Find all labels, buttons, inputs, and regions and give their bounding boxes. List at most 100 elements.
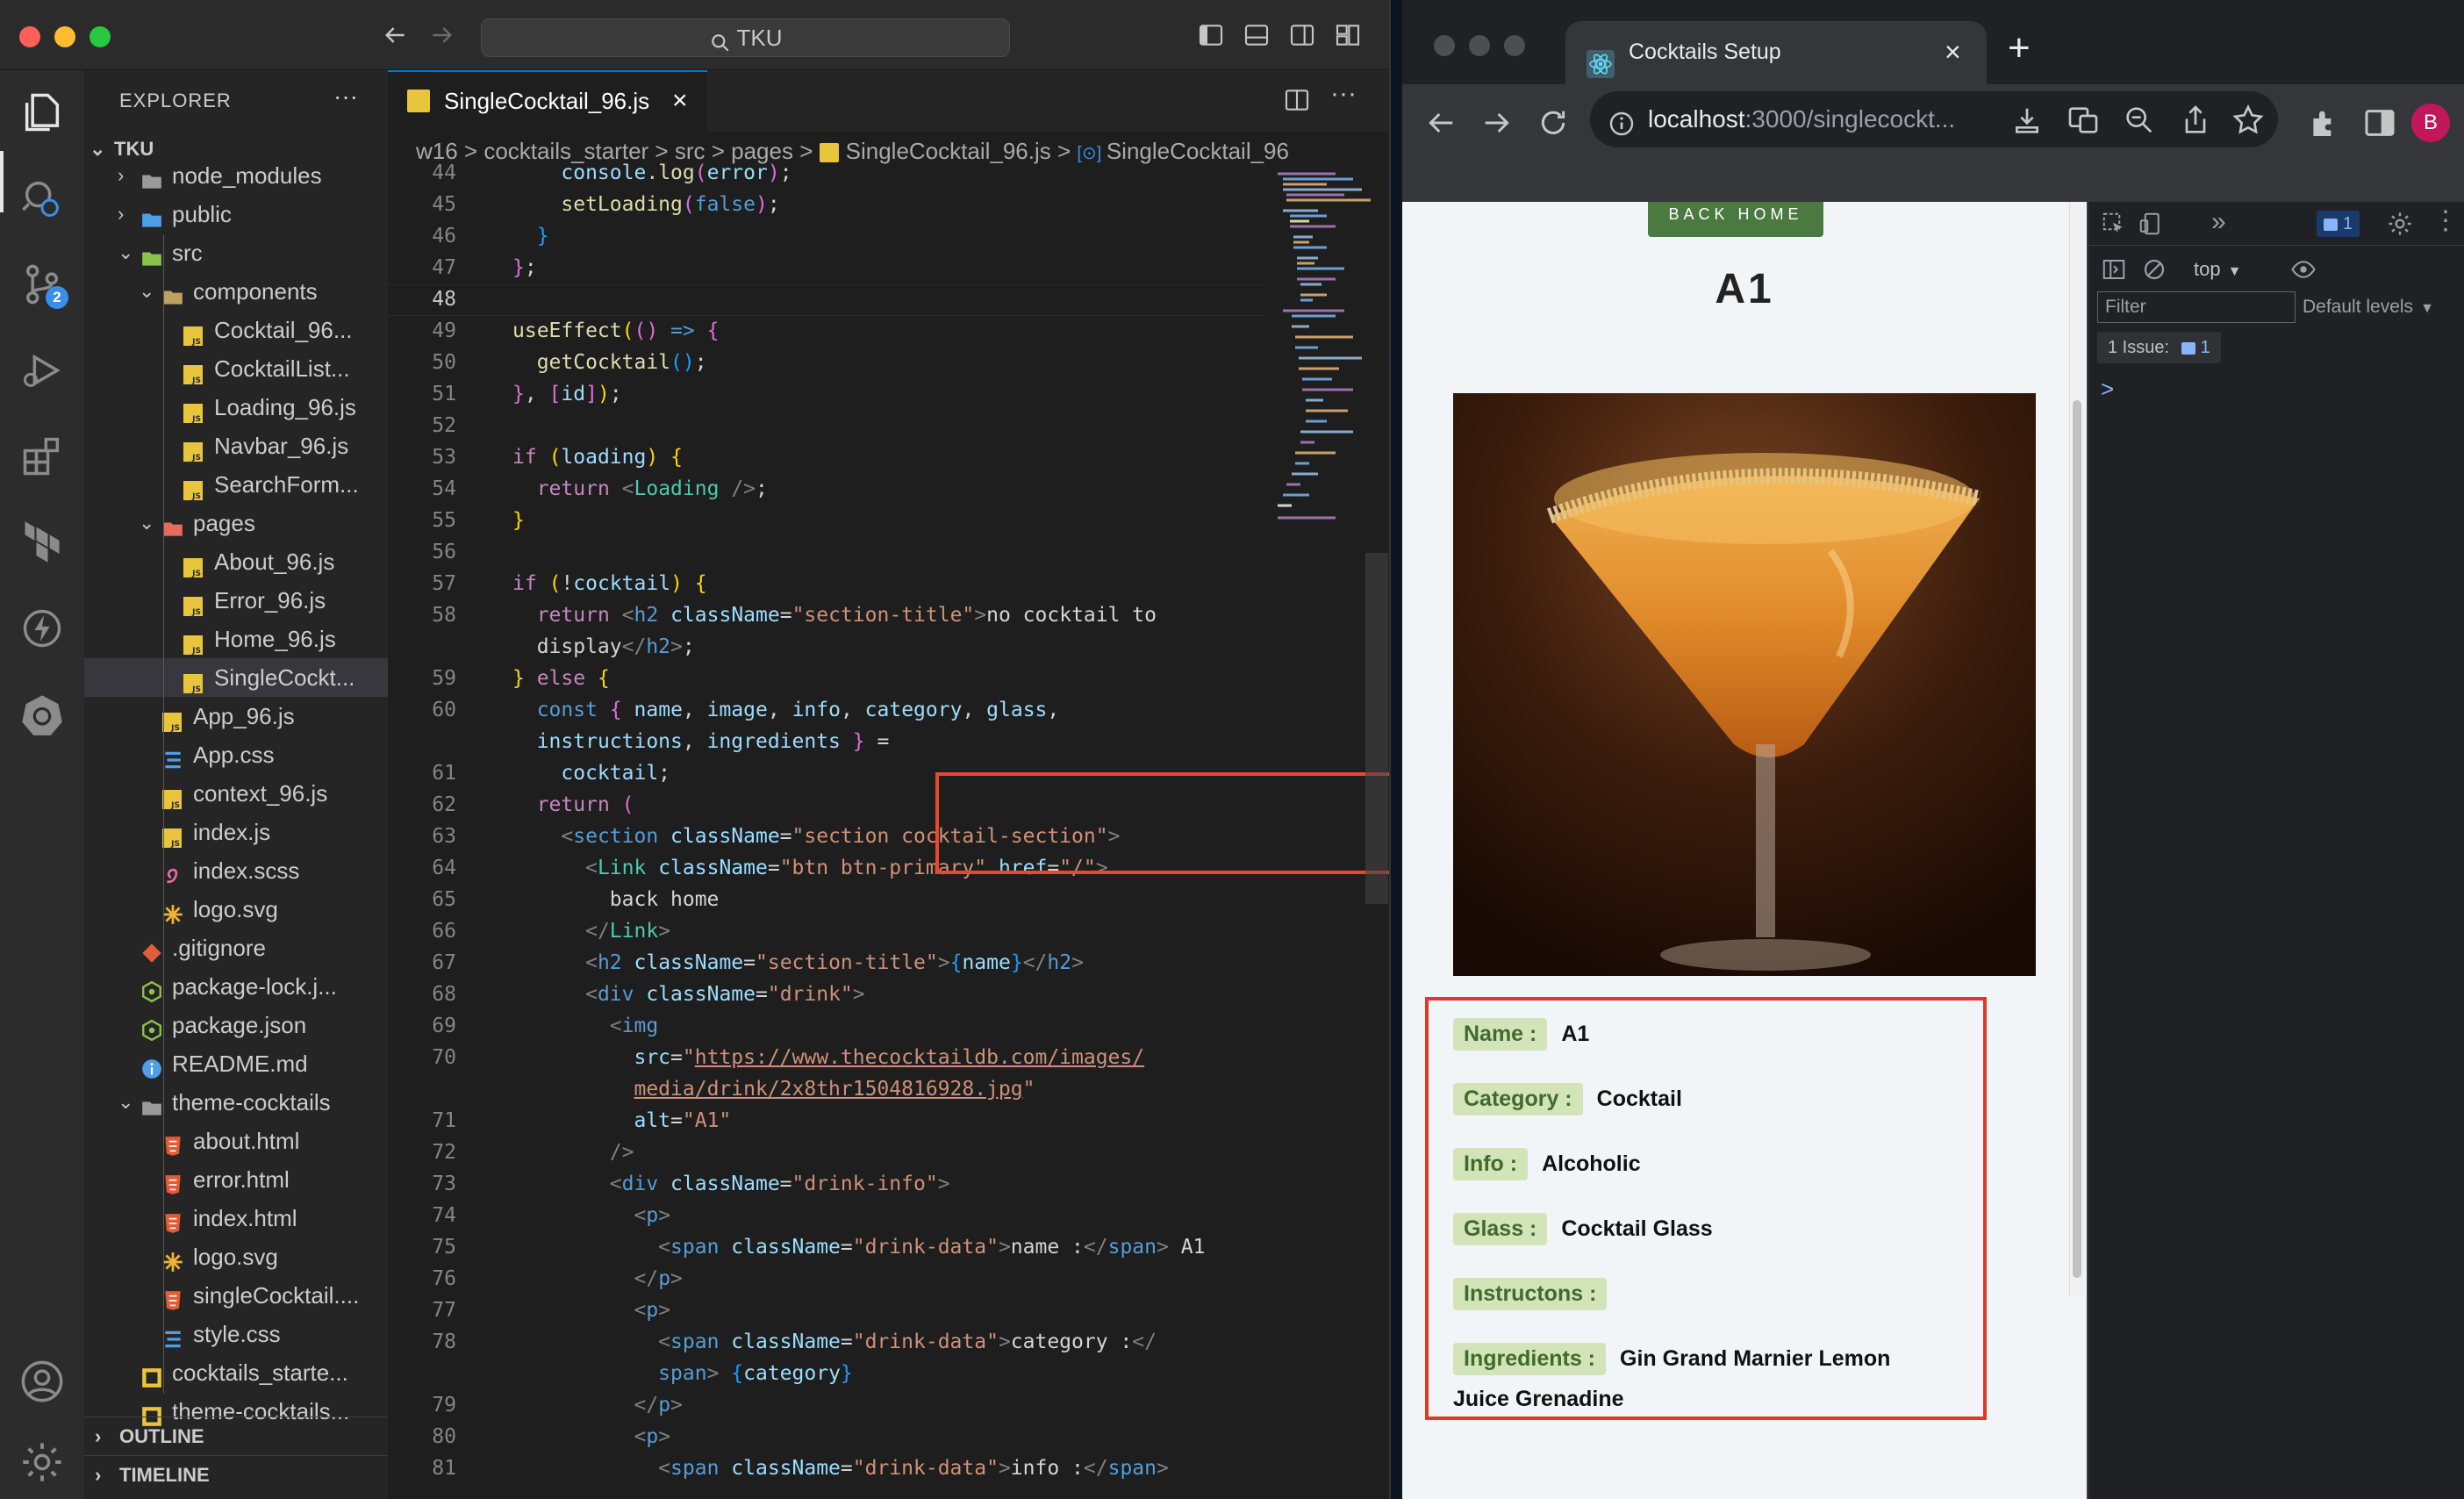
tree-file[interactable]: about.html — [84, 1122, 388, 1160]
tree-file[interactable]: JS About_96.js — [84, 542, 388, 581]
live-expression-eye-icon[interactable] — [2290, 256, 2317, 283]
source-control-icon[interactable]: 2 — [19, 262, 68, 309]
translate-icon[interactable] — [2066, 102, 2101, 137]
accounts-icon[interactable] — [19, 1359, 65, 1404]
log-levels-dropdown[interactable]: Default levels ▼ — [2303, 291, 2434, 325]
tree-file[interactable]: JS Error_96.js — [84, 581, 388, 620]
tree-folder[interactable]: ⌄ src — [84, 233, 388, 272]
split-editor-icon[interactable] — [1281, 86, 1313, 114]
tree-file[interactable]: index.html — [84, 1199, 388, 1237]
back-arrow-icon[interactable] — [1423, 105, 1458, 140]
customize-layout-icon[interactable] — [1332, 21, 1364, 49]
side-panel-icon[interactable] — [2362, 105, 2397, 140]
forward-arrow-icon[interactable] — [1479, 105, 1515, 140]
install-app-icon[interactable] — [2009, 102, 2045, 137]
issues-button[interactable]: 1 Issue: 1 — [2097, 332, 2221, 363]
tree-file[interactable]: logo.svg — [84, 1237, 388, 1276]
back-home-button[interactable]: BACK HOME — [1648, 202, 1823, 237]
tree-folder[interactable]: › node_modules — [84, 156, 388, 195]
page-scroll-thumb[interactable] — [2073, 400, 2081, 1278]
messages-count-badge[interactable]: 1 — [2317, 211, 2360, 237]
extensions-puzzle-icon[interactable] — [2306, 105, 2341, 140]
tree-folder[interactable]: ⌄ theme-cocktails — [84, 1083, 388, 1122]
zoom-icon[interactable] — [2122, 102, 2157, 137]
zoom-window-button[interactable] — [90, 26, 111, 47]
profile-avatar[interactable]: B — [2411, 104, 2450, 142]
device-toolbar-icon[interactable] — [2138, 211, 2164, 237]
bookmark-star-icon[interactable] — [2231, 102, 2266, 137]
tree-file[interactable]: index.scss — [84, 851, 388, 890]
back-arrow-icon[interactable] — [379, 21, 411, 49]
page-scrollbar[interactable] — [2069, 202, 2085, 1297]
close-icon[interactable]: × — [672, 72, 688, 130]
context-selector[interactable]: top ▼ — [2194, 255, 2241, 287]
editor-more-icon[interactable]: ··· — [1330, 79, 1357, 109]
tree-file[interactable]: JS Cocktail_96... — [84, 311, 388, 349]
tree-folder[interactable]: › public — [84, 195, 388, 233]
address-bar[interactable]: localhost:3000/singlecockt... — [1590, 91, 2278, 147]
more-tabs-icon[interactable]: » — [2211, 207, 2226, 237]
extensions-icon[interactable] — [19, 434, 65, 479]
tree-file[interactable]: JS index.js — [84, 813, 388, 851]
settings-gear-icon[interactable] — [19, 1439, 65, 1485]
tree-folder[interactable]: ⌄ components — [84, 272, 388, 311]
search-icon[interactable] — [19, 176, 65, 221]
tree-file[interactable]: JS Navbar_96.js — [84, 427, 388, 465]
tree-file[interactable]: error.html — [84, 1160, 388, 1199]
toggle-sidebar-icon[interactable] — [1195, 21, 1227, 49]
share-icon[interactable] — [2178, 102, 2213, 137]
console-prompt[interactable]: > — [2101, 376, 2114, 403]
timeline-section[interactable]: › TIMELINE — [84, 1455, 388, 1494]
inspect-element-icon[interactable] — [2101, 211, 2127, 237]
breadcrumb-item[interactable]: pages — [731, 138, 793, 164]
sidebar-toggle-icon[interactable] — [2101, 256, 2127, 283]
tree-file[interactable]: JS App_96.js — [84, 697, 388, 735]
editor-tab-singlecocktail[interactable]: SingleCocktail_96.js × — [388, 70, 707, 132]
breadcrumb-item[interactable]: w16 — [416, 138, 458, 164]
zoom-window-button[interactable] — [1504, 35, 1525, 56]
breadcrumb-item[interactable]: cocktails_starter — [483, 138, 648, 164]
run-debug-icon[interactable] — [19, 348, 65, 393]
devtools-menu-icon[interactable]: ⋮ — [2432, 205, 2459, 236]
close-icon[interactable]: × — [1945, 21, 1961, 82]
tree-file[interactable]: JS SearchForm... — [84, 465, 388, 504]
toggle-secondary-sidebar-icon[interactable] — [1286, 21, 1318, 49]
browser-tab-cocktails[interactable]: Cocktails Setup × — [1565, 21, 1987, 93]
tree-file[interactable]: JS CocktailList... — [84, 349, 388, 388]
close-window-button[interactable] — [1434, 35, 1455, 56]
tree-file[interactable]: cocktails_starte... — [84, 1353, 388, 1392]
tree-folder[interactable]: ⌄ pages — [84, 504, 388, 542]
new-tab-icon[interactable]: + — [2008, 26, 2031, 70]
tree-file[interactable]: JS Home_96.js — [84, 620, 388, 658]
reload-icon[interactable] — [1536, 105, 1571, 140]
command-center-search[interactable]: TKU — [481, 18, 1010, 57]
minimize-window-button[interactable] — [54, 26, 75, 47]
breadcrumb-item[interactable]: SingleCocktail_96 — [1107, 138, 1289, 164]
tree-file[interactable]: JS SingleCockt... — [84, 658, 388, 697]
editor-scrollbar[interactable] — [1365, 553, 1388, 904]
tree-file[interactable]: JS Loading_96.js — [84, 388, 388, 427]
console-filter-input[interactable]: Filter — [2097, 291, 2296, 323]
close-window-button[interactable] — [19, 26, 40, 47]
tree-file[interactable]: style.css — [84, 1315, 388, 1353]
explorer-icon[interactable] — [19, 90, 65, 135]
breadcrumb-item[interactable]: SingleCocktail_96.js — [846, 138, 1051, 164]
tree-file[interactable]: .gitignore — [84, 929, 388, 967]
tree-file[interactable]: JS context_96.js — [84, 774, 388, 813]
more-actions-icon[interactable]: ··· — [333, 82, 358, 111]
site-info-icon[interactable] — [1606, 104, 1637, 136]
kubernetes-icon[interactable] — [19, 692, 65, 737]
tree-file[interactable]: package-lock.j... — [84, 967, 388, 1006]
tree-file[interactable]: package.json — [84, 1006, 388, 1044]
thunder-client-icon[interactable] — [19, 606, 65, 651]
tree-file[interactable]: App.css — [84, 735, 388, 774]
tree-file[interactable]: README.md — [84, 1044, 388, 1083]
tree-file[interactable]: logo.svg — [84, 890, 388, 929]
terraform-icon[interactable] — [19, 520, 65, 565]
outline-section[interactable]: › OUTLINE — [84, 1417, 388, 1455]
forward-arrow-icon[interactable] — [426, 21, 458, 49]
settings-gear-icon[interactable] — [2387, 211, 2413, 237]
clear-console-icon[interactable] — [2141, 256, 2167, 283]
breadcrumb-item[interactable]: src — [675, 138, 706, 164]
minimap[interactable] — [1274, 170, 1379, 644]
